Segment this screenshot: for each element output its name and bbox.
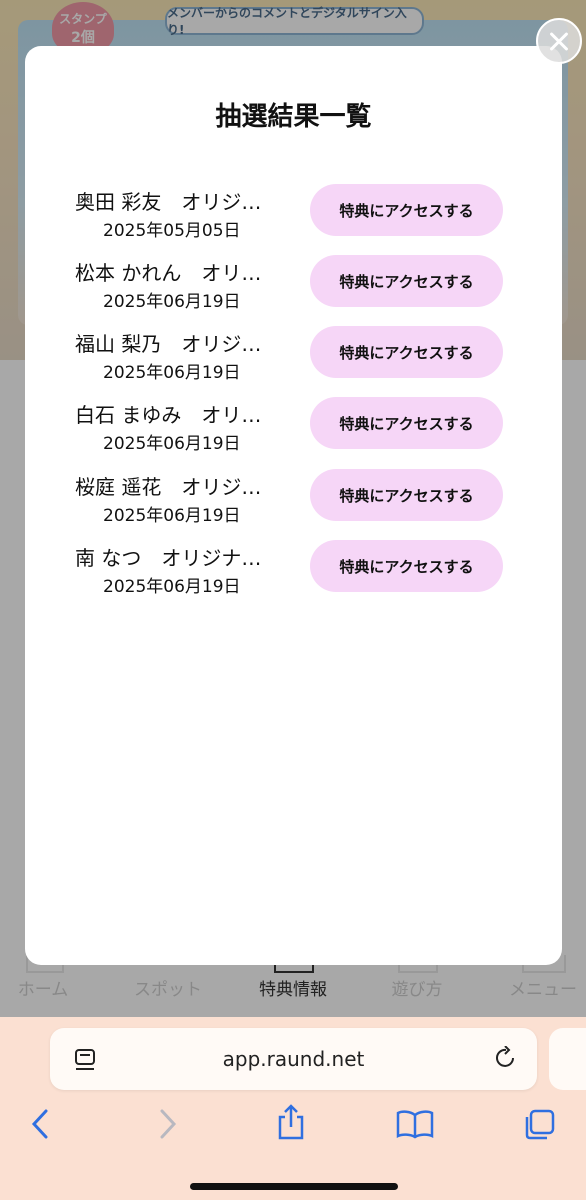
result-date: 2025年06月19日 — [103, 506, 241, 526]
access-benefit-button[interactable]: 特典にアクセスする — [310, 326, 503, 378]
forward-icon — [160, 1109, 177, 1139]
list-item: 福山 梨乃 オリジ… 2025年06月19日 特典にアクセスする — [25, 326, 562, 388]
result-date: 2025年06月19日 — [103, 363, 241, 383]
result-name: 松本 かれん オリ… — [75, 261, 262, 285]
access-benefit-button[interactable]: 特典にアクセスする — [310, 255, 503, 307]
tab-home[interactable]: ホーム — [0, 975, 98, 1000]
result-name: 桜庭 遥花 オリジ… — [75, 475, 262, 499]
list-item: 白石 まゆみ オリ… 2025年06月19日 特典にアクセスする — [25, 397, 562, 459]
access-benefit-button[interactable]: 特典にアクセスする — [310, 397, 503, 449]
result-name: 白石 まゆみ オリ… — [75, 403, 262, 427]
result-date: 2025年05月05日 — [103, 221, 241, 241]
home-indicator — [190, 1183, 398, 1190]
access-benefit-button[interactable]: 特典にアクセスする — [310, 469, 503, 521]
tab-spot[interactable]: スポット — [113, 975, 223, 1000]
result-date: 2025年06月19日 — [103, 292, 241, 312]
modal-title: 抽選結果一覧 — [215, 102, 372, 132]
next-tab-peek[interactable] — [549, 1028, 586, 1090]
bookmarks-icon[interactable] — [396, 1109, 434, 1139]
result-name: 福山 梨乃 オリジ… — [75, 332, 262, 356]
browser-toolbar: app.raund.net — [0, 1017, 586, 1200]
result-name: 南 なつ オリジナ… — [75, 546, 262, 570]
tab-how-to-play[interactable]: 遊び方 — [362, 975, 472, 1000]
lottery-results-modal: 抽選結果一覧 奥田 彩友 オリジ… 2025年05月05日 特典にアクセスする … — [25, 46, 562, 965]
list-item: 奥田 彩友 オリジ… 2025年05月05日 特典にアクセスする — [25, 184, 562, 246]
tab-menu[interactable]: メニュー — [488, 975, 586, 1000]
reload-icon[interactable] — [494, 1046, 518, 1072]
url-text[interactable]: app.raund.net — [50, 1047, 537, 1071]
list-item: 南 なつ オリジナ… 2025年06月19日 特典にアクセスする — [25, 540, 562, 602]
tabs-overview-icon[interactable] — [522, 1109, 556, 1141]
back-icon[interactable] — [30, 1109, 50, 1139]
result-date: 2025年06月19日 — [103, 577, 241, 597]
list-item: 桜庭 遥花 オリジ… 2025年06月19日 特典にアクセスする — [25, 469, 562, 531]
address-bar[interactable]: app.raund.net — [50, 1028, 537, 1090]
share-icon[interactable] — [276, 1103, 306, 1141]
access-benefit-button[interactable]: 特典にアクセスする — [310, 540, 503, 592]
result-name: 奥田 彩友 オリジ… — [75, 190, 262, 214]
access-benefit-button[interactable]: 特典にアクセスする — [310, 184, 503, 236]
result-date: 2025年06月19日 — [103, 434, 241, 454]
tab-benefits[interactable]: 特典情報 — [238, 975, 348, 1000]
close-icon[interactable] — [536, 18, 582, 64]
list-item: 松本 かれん オリ… 2025年06月19日 特典にアクセスする — [25, 255, 562, 317]
